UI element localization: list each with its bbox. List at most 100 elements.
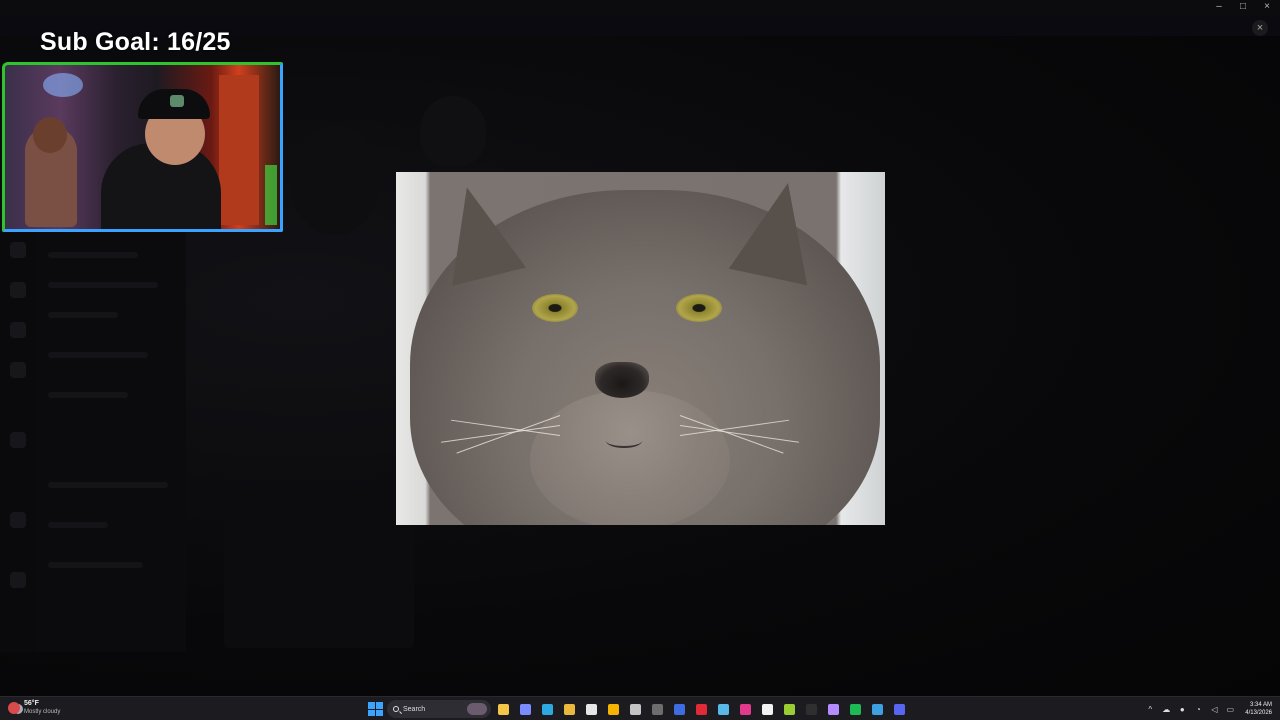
sidebar-icon bbox=[10, 572, 26, 588]
cloud-icon[interactable]: ☁ bbox=[1161, 704, 1171, 714]
start-button[interactable] bbox=[366, 700, 384, 718]
chrome-icon bbox=[608, 703, 619, 715]
weather-widget[interactable]: 56°F Mostly cloudy bbox=[8, 700, 60, 716]
chevron-up-icon[interactable]: ^ bbox=[1145, 704, 1155, 714]
xbox-icon bbox=[784, 703, 795, 715]
webcam-doorway bbox=[219, 75, 259, 225]
panel-line bbox=[48, 282, 158, 288]
taskbar-search[interactable]: Search bbox=[387, 700, 491, 718]
maximize-button[interactable]: □ bbox=[1236, 1, 1250, 13]
microphone-icon[interactable]: ● bbox=[1177, 704, 1187, 714]
sidebar-icon bbox=[10, 242, 26, 258]
wifi-icon[interactable]: ◔ bbox=[1193, 704, 1203, 714]
background-emblem bbox=[290, 125, 380, 235]
windows-logo-tile bbox=[376, 702, 383, 709]
cat-head bbox=[410, 174, 880, 525]
obs-taskbar-button[interactable] bbox=[648, 700, 667, 719]
webcam-light bbox=[43, 73, 83, 97]
opera-taskbar-button[interactable] bbox=[692, 700, 711, 719]
edge-taskbar-button[interactable] bbox=[538, 700, 557, 719]
sidebar-icon bbox=[10, 362, 26, 378]
background-sidebar bbox=[0, 232, 36, 652]
terminal-icon bbox=[806, 703, 817, 715]
vpn-taskbar-button[interactable] bbox=[670, 700, 689, 719]
spotify-taskbar-button[interactable] bbox=[846, 700, 865, 719]
sidebar-icon bbox=[10, 282, 26, 298]
edge-icon bbox=[542, 703, 553, 715]
chrome-taskbar-button[interactable] bbox=[604, 700, 623, 719]
app-taskbar-button[interactable] bbox=[626, 700, 645, 719]
cat-eye-left bbox=[532, 294, 578, 322]
file-explorer-icon bbox=[498, 703, 509, 715]
sidebar-icon bbox=[10, 432, 26, 448]
panel-line bbox=[48, 392, 128, 398]
title-bar: – □ × bbox=[0, 0, 1280, 16]
vpn-icon bbox=[674, 703, 685, 715]
panel-line bbox=[48, 522, 108, 528]
search-icon bbox=[393, 706, 399, 712]
sidebar-icon bbox=[10, 512, 26, 528]
cat-image bbox=[396, 172, 885, 525]
spotify-icon bbox=[850, 703, 861, 715]
store-taskbar-button[interactable] bbox=[582, 700, 601, 719]
store-icon bbox=[586, 703, 597, 715]
capcut-taskbar-button[interactable] bbox=[758, 700, 777, 719]
background-mascot bbox=[420, 96, 486, 166]
weather-text: 56°F Mostly cloudy bbox=[24, 700, 60, 716]
minimize-button[interactable]: – bbox=[1212, 1, 1226, 13]
clock[interactable]: 3:34 AM 4/13/2026 bbox=[1241, 701, 1272, 717]
windows-logo-tile bbox=[368, 709, 375, 716]
cat-muzzle bbox=[530, 390, 730, 525]
weather-temperature: 56°F bbox=[24, 700, 39, 707]
streamlabs-icon bbox=[828, 703, 839, 715]
files-taskbar-button[interactable] bbox=[868, 700, 887, 719]
cat-ear-right bbox=[728, 174, 828, 286]
notepad-icon bbox=[718, 703, 729, 715]
copilot-taskbar-button[interactable] bbox=[516, 700, 535, 719]
terminal-taskbar-button[interactable] bbox=[802, 700, 821, 719]
discord-taskbar-button[interactable] bbox=[890, 700, 909, 719]
cat-ear-left bbox=[430, 178, 526, 286]
maps-taskbar-button[interactable] bbox=[736, 700, 755, 719]
window-controls: – □ × bbox=[1212, 1, 1274, 13]
battery-icon[interactable]: ▭ bbox=[1225, 704, 1235, 714]
pinned-apps bbox=[494, 700, 909, 719]
taskbar-center: Search bbox=[366, 699, 909, 719]
folder-taskbar-button[interactable] bbox=[560, 700, 579, 719]
cat-nose bbox=[595, 362, 649, 398]
search-highlight-icon bbox=[467, 703, 487, 715]
opera-icon bbox=[696, 703, 707, 715]
folder-icon bbox=[564, 703, 575, 715]
cap-logo bbox=[170, 95, 184, 107]
files-icon bbox=[872, 703, 883, 715]
sidebar-icon bbox=[10, 322, 26, 338]
xbox-taskbar-button[interactable] bbox=[780, 700, 799, 719]
background-card bbox=[224, 508, 414, 648]
clock-date: 4/13/2026 bbox=[1245, 710, 1272, 716]
panel-line bbox=[48, 562, 143, 568]
background-panel bbox=[36, 232, 186, 652]
capcut-icon bbox=[762, 703, 773, 715]
discord-icon bbox=[894, 703, 905, 715]
notepad-taskbar-button[interactable] bbox=[714, 700, 733, 719]
panel-line bbox=[48, 312, 118, 318]
weather-condition: Mostly cloudy bbox=[24, 709, 61, 715]
sub-goal-label: Sub Goal: 16/25 bbox=[40, 28, 231, 56]
obs-icon bbox=[652, 703, 663, 715]
panel-line bbox=[48, 252, 138, 258]
file-explorer-taskbar-button[interactable] bbox=[494, 700, 513, 719]
copilot-icon bbox=[520, 703, 531, 715]
search-label: Search bbox=[403, 705, 426, 713]
panel-line bbox=[48, 352, 148, 358]
cat-mouth bbox=[606, 434, 642, 448]
volume-icon[interactable]: ◁ bbox=[1209, 704, 1219, 714]
system-tray: ^ ☁ ● ◔ ◁ ▭ 3:34 AM 4/13/2026 bbox=[1145, 699, 1272, 719]
cat-eye-right bbox=[676, 294, 722, 322]
webcam-feed bbox=[2, 62, 283, 232]
overlay-close-button[interactable]: × bbox=[1252, 20, 1268, 36]
streamlabs-taskbar-button[interactable] bbox=[824, 700, 843, 719]
weather-icon bbox=[8, 702, 20, 714]
stream-scene: – □ × × Sub Goal: 16/25 56°F Mostly clou… bbox=[0, 0, 1280, 720]
maps-icon bbox=[740, 703, 751, 715]
window-close-button[interactable]: × bbox=[1260, 1, 1274, 13]
